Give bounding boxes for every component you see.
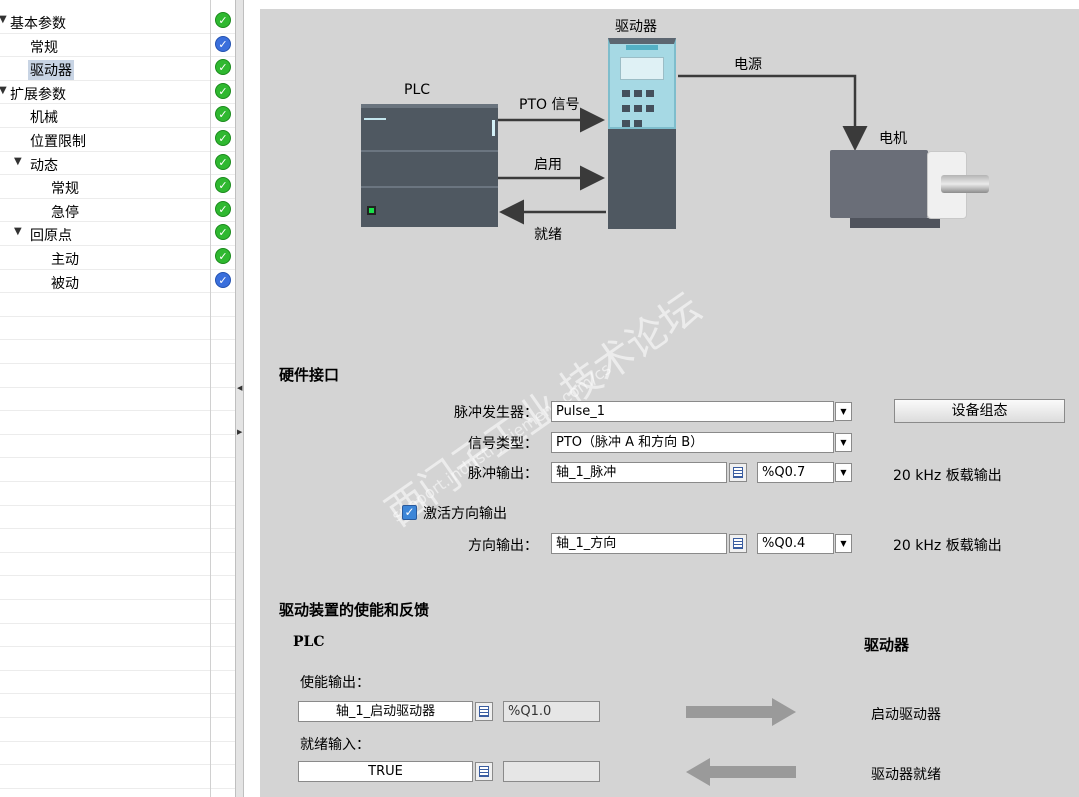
tag-picker-icon[interactable] [475,702,493,721]
enable-output-field[interactable]: 轴_1_启动驱动器 [298,701,473,722]
plc-header: PLC [293,634,325,650]
tree-empty-row [0,317,235,341]
direction-output-address[interactable]: %Q0.4 [757,533,834,554]
tree-empty-row [0,694,235,718]
hardware-interface-title: 硬件接口 [279,366,340,384]
chevron-down-icon[interactable]: ▼ [835,433,852,452]
drive-header: 驱动器 [864,636,910,654]
tag-picker-icon[interactable] [729,463,747,482]
chevron-down-icon[interactable]: ▼ [835,534,852,553]
plc-status-led [367,206,376,215]
motor-shaft [941,175,989,193]
pulse-generator-select[interactable]: Pulse_1 [551,401,834,422]
drive-label: 驱动器 [615,19,657,35]
enable-signal-label: 启用 [534,157,562,173]
motor-image [830,150,928,218]
chevron-down-icon[interactable]: ▼ [835,463,852,482]
drive-body-image [608,129,676,229]
ready-flow-arrow [686,758,796,786]
tree-empty-row [0,411,235,435]
motor-label: 电机 [879,131,907,147]
ready-input-address [503,761,600,782]
tree-empty-row [0,340,235,364]
chevron-down-icon[interactable]: ▼ [835,402,852,421]
ready-signal-label: 就绪 [534,227,562,243]
tree-empty-row [0,553,235,577]
device-config-button[interactable]: 设备组态 [894,399,1065,423]
expand-right-icon[interactable]: ▶ [237,428,242,436]
enable-flow-arrow [686,698,796,726]
plc-image [361,104,498,227]
tree-item[interactable]: 被动 [0,270,235,294]
tag-picker-icon[interactable] [475,762,493,781]
tree-empty-row [0,388,235,412]
tree-empty-row [0,600,235,624]
signal-type-select[interactable]: PTO（脉冲 A 和方向 B） [551,432,834,453]
tree-empty-row [0,482,235,506]
ready-source-label: 驱动器就绪 [871,767,941,783]
activate-direction-label: 激活方向输出 [423,506,507,522]
tree-empty-row [0,718,235,742]
plc-label: PLC [404,82,431,98]
tree-empty-row [0,576,235,600]
tree-empty-row [0,364,235,388]
direction-output-label: 方向输出： [468,538,538,554]
power-label: 电源 [734,57,762,73]
enable-target-label: 启动驱动器 [871,707,941,723]
enable-feedback-title: 驱动装置的使能和反馈 [279,601,430,619]
tag-picker-icon[interactable] [729,534,747,553]
pulse-output-field[interactable]: 轴_1_脉冲 [551,462,727,483]
enable-output-address: %Q1.0 [503,701,600,722]
tree-item-label: 被动 [51,275,79,292]
tree-empty-row [0,624,235,648]
direction-output-note: 20 kHz 板载输出 [893,538,1002,554]
direction-output-field[interactable]: 轴_1_方向 [551,533,727,554]
tree-empty-row [0,647,235,671]
pulse-output-label: 脉冲输出： [468,466,538,482]
tree-empty-row [0,293,235,317]
enable-output-label: 使能输出： [300,675,370,691]
tree-empty-row [0,765,235,789]
motor-feet [850,218,940,228]
tree-empty-row [0,789,235,797]
drive-panel-image [608,38,676,129]
ready-input-label: 就绪输入： [300,737,370,753]
tree-empty-row [0,506,235,530]
tree-empty-row [0,435,235,459]
tree-empty-row [0,529,235,553]
ready-input-field[interactable]: TRUE [298,761,473,782]
power-arrow [678,74,868,151]
pto-signal-label: PTO 信号 [519,97,580,113]
pulse-output-note: 20 kHz 板载输出 [893,468,1002,484]
collapse-left-icon[interactable]: ◀ [237,384,242,392]
tree-empty-row [0,742,235,766]
pulse-output-address[interactable]: %Q0.7 [757,462,834,483]
signal-type-label: 信号类型： [468,436,538,452]
activate-direction-checkbox[interactable]: ✓ [402,505,417,520]
tree-empty-row [0,458,235,482]
pulse-generator-label: 脉冲发生器： [454,405,538,421]
tree-empty-row [0,671,235,695]
status-info-icon: ✓ [215,271,231,288]
